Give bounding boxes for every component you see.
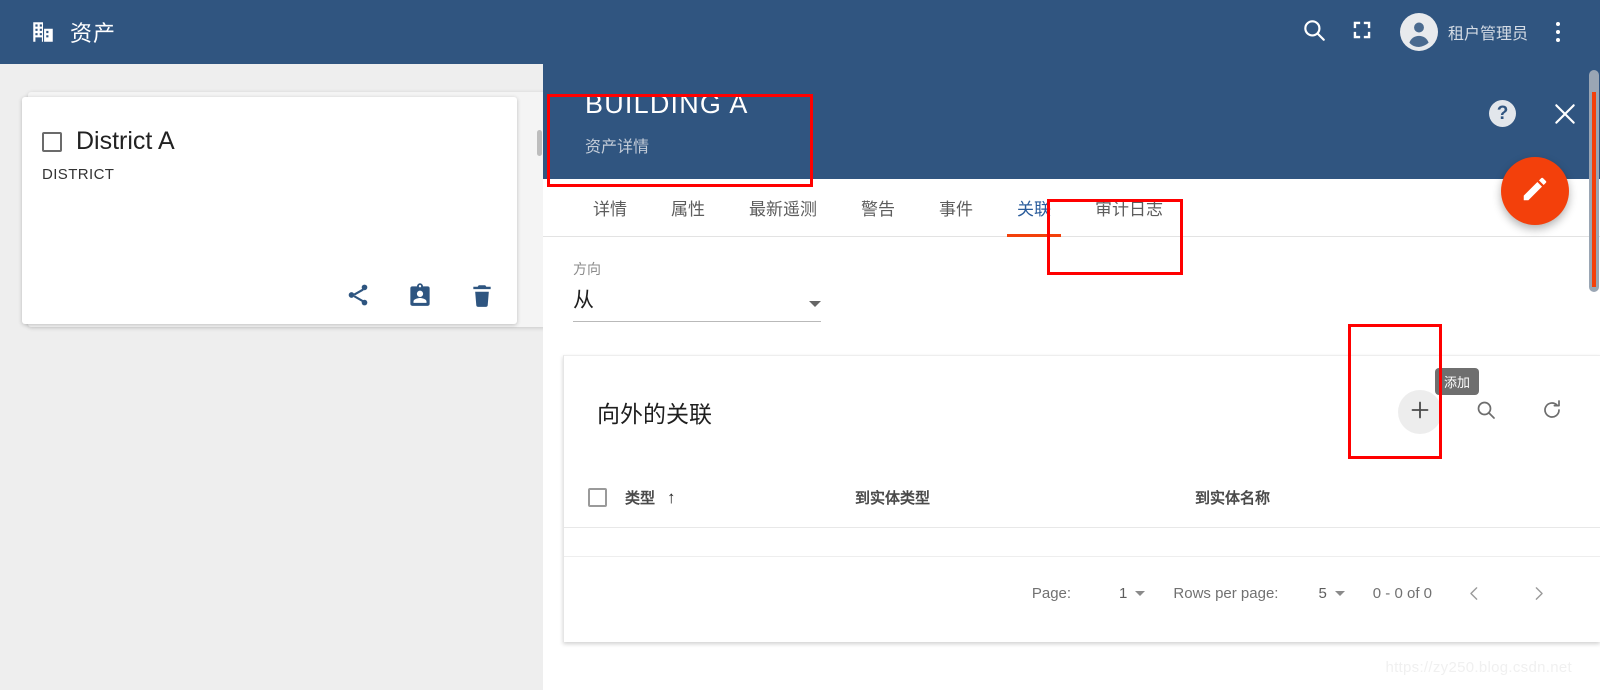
close-icon[interactable] — [1552, 101, 1578, 127]
details-header: BUILDING A 资产详情 ? — [543, 64, 1600, 179]
page-scrollbar[interactable] — [1589, 70, 1599, 292]
rows-per-page-label: Rows per page: — [1173, 585, 1279, 602]
details-subtitle: 资产详情 — [585, 139, 650, 156]
tab-audit-logs[interactable]: 审计日志 — [1073, 179, 1185, 237]
search-icon — [1474, 398, 1498, 427]
prev-page-button[interactable] — [1452, 572, 1496, 616]
search-relations-button[interactable] — [1464, 390, 1508, 434]
refresh-icon — [1540, 398, 1564, 427]
chevron-down-icon — [809, 301, 821, 307]
details-header-actions: ? — [1489, 100, 1578, 127]
relations-table-header: 类型 ↑ 到实体类型 到实体名称 — [564, 468, 1600, 528]
refresh-relations-button[interactable] — [1530, 390, 1574, 434]
relations-table-footer: Page: 1 Rows per page: 5 0 - 0 of 0 — [564, 556, 1600, 630]
delete-icon[interactable] — [469, 282, 495, 308]
relations-table-body — [564, 528, 1600, 556]
asset-select-checkbox[interactable] — [42, 131, 62, 152]
tab-latest-telemetry[interactable]: 最新遥测 — [727, 179, 839, 237]
user-menu[interactable]: 租户管理员 — [1399, 13, 1528, 51]
search-icon — [1301, 17, 1327, 48]
tab-relations[interactable]: 关联 — [995, 179, 1073, 237]
watermark: https://zy250.blog.csdn.net — [1385, 659, 1572, 676]
asset-card-header: District A — [22, 97, 517, 156]
card-drag-handle[interactable] — [537, 130, 542, 156]
asset-card[interactable]: District A DISTRICT — [22, 97, 517, 324]
page-label: Page: — [1031, 585, 1072, 602]
asset-card-actions — [345, 282, 495, 308]
column-header-to-entity-type[interactable]: 到实体类型 — [855, 487, 1195, 508]
chevron-down-icon — [1135, 591, 1146, 596]
rows-per-page-select[interactable]: 5 — [1318, 585, 1345, 602]
relations-toolbar-icons — [1398, 390, 1574, 434]
more-vert-icon — [1556, 22, 1560, 42]
asset-details-panel: BUILDING A 资产详情 ? 详情 属性 最新遥测 警告 事件 关联 审计… — [543, 64, 1600, 690]
direction-label: 方向 — [573, 261, 601, 277]
next-page-button[interactable] — [1516, 572, 1560, 616]
direction-value: 从 — [573, 289, 594, 312]
app-root: 资产 租户管理员 District A DISTRICT BUILDING A … — [0, 0, 1600, 690]
rows-per-page-value: 5 — [1318, 585, 1327, 602]
asset-card-subtitle: DISTRICT — [42, 166, 115, 183]
asset-list-pane: District A DISTRICT — [0, 64, 543, 690]
select-all-checkbox[interactable] — [588, 488, 607, 507]
page-title: 资产 — [70, 21, 117, 46]
details-tabs: 详情 属性 最新遥测 警告 事件 关联 审计日志 — [543, 179, 1600, 237]
details-title: BUILDING A — [585, 89, 749, 119]
column-header-to-entity-name[interactable]: 到实体名称 — [1195, 487, 1600, 508]
building-icon — [30, 19, 56, 45]
page-value: 1 — [1119, 585, 1128, 602]
add-tooltip: 添加 — [1434, 368, 1479, 395]
tab-details[interactable]: 详情 — [571, 179, 649, 237]
direction-select[interactable]: 从 — [573, 284, 821, 322]
edit-fab-button[interactable] — [1501, 157, 1569, 225]
details-title-block: BUILDING A 资产详情 — [585, 89, 749, 157]
pagination-range: 0 - 0 of 0 — [1372, 585, 1432, 602]
arrow-upward-icon: ↑ — [667, 487, 676, 507]
pencil-icon — [1520, 174, 1550, 209]
assign-customer-icon[interactable] — [407, 282, 433, 308]
top-app-bar: 资产 租户管理员 — [0, 0, 1600, 64]
app-brand: 资产 — [30, 16, 116, 48]
help-icon[interactable]: ? — [1489, 100, 1516, 127]
share-icon[interactable] — [345, 282, 371, 308]
relations-table-title: 向外的关联 — [597, 401, 712, 427]
column-header-type[interactable]: 类型 ↑ — [625, 487, 855, 508]
add-relation-button[interactable] — [1398, 390, 1442, 434]
user-name: 租户管理员 — [1447, 26, 1528, 43]
column-header-type-label: 类型 — [625, 490, 656, 507]
tab-attributes[interactable]: 属性 — [649, 179, 727, 237]
fullscreen-button[interactable] — [1338, 8, 1386, 56]
tab-alarms[interactable]: 警告 — [839, 179, 917, 237]
asset-card-title: District A — [76, 127, 175, 155]
relations-table-toolbar: 向外的关联 添加 — [564, 356, 1600, 468]
search-button[interactable] — [1290, 8, 1338, 56]
page-select[interactable]: 1 — [1119, 585, 1146, 602]
tab-events[interactable]: 事件 — [917, 179, 995, 237]
chevron-down-icon — [1334, 591, 1345, 596]
top-bar-actions: 租户管理员 — [1290, 8, 1582, 56]
direction-select-wrapper: 方向 从 — [543, 237, 1600, 322]
relations-table-card: 向外的关联 添加 类型 ↑ 到实体类型 到实体名称 Page: 1 Rows p… — [563, 355, 1600, 642]
fullscreen-icon — [1351, 19, 1373, 46]
more-menu-button[interactable] — [1534, 8, 1582, 56]
plus-icon — [1408, 398, 1432, 427]
avatar — [1399, 13, 1438, 51]
